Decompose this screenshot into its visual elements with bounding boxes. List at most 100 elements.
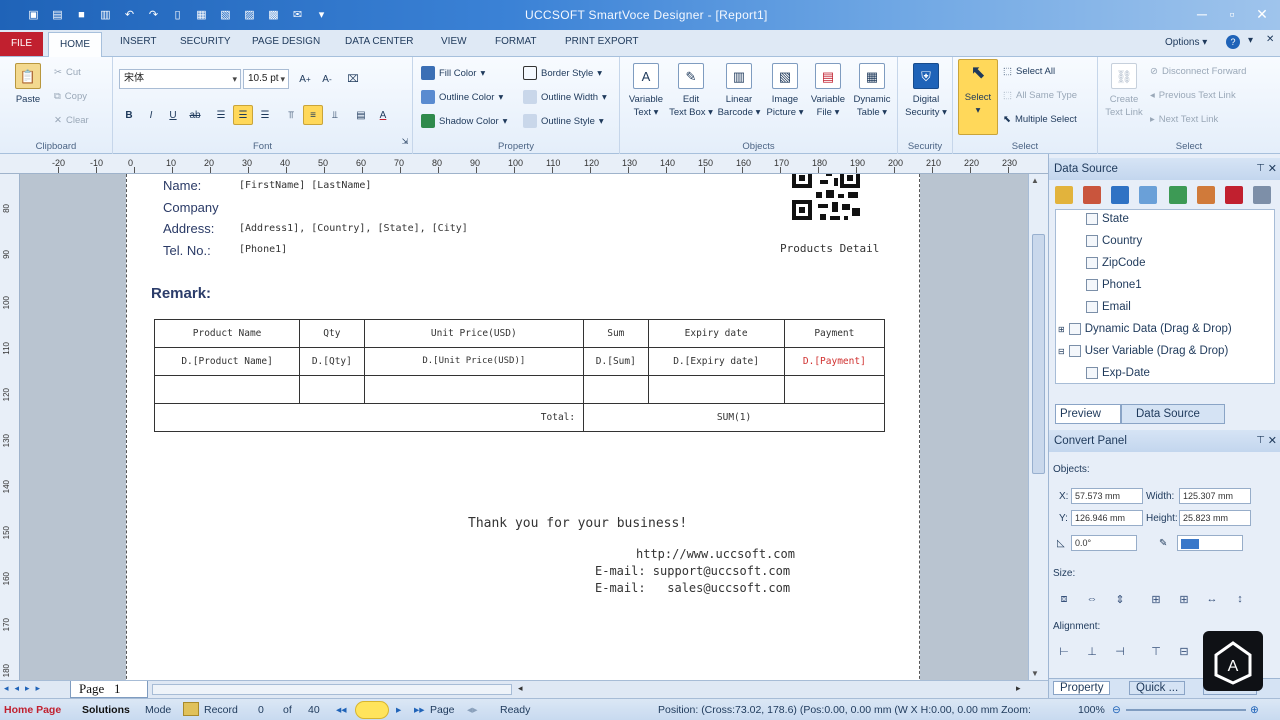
total-label[interactable]: Total: xyxy=(153,403,585,432)
minimize-icon[interactable]: ─ xyxy=(1188,4,1216,24)
app-icon[interactable]: ▣ xyxy=(26,7,41,22)
grow-font-icon[interactable]: A + xyxy=(295,69,315,89)
bold-icon[interactable]: B xyxy=(119,105,139,125)
italic-icon[interactable]: I xyxy=(141,105,161,125)
undo-icon[interactable]: ↶ xyxy=(122,7,137,22)
tree-item-dynamic-data[interactable]: ⊞ Dynamic Data (Drag & Drop) xyxy=(1058,323,1232,335)
tree-item-exp-date[interactable]: Exp-Date xyxy=(1086,367,1150,379)
zoom-out-icon[interactable]: ⊖ xyxy=(1112,704,1121,716)
mail-icon[interactable]: ✉ xyxy=(290,7,305,22)
digital-security-button[interactable]: ⛨ Digital Security ▾ xyxy=(902,63,950,119)
vertical-scrollbar[interactable]: ▲ ▼ xyxy=(1028,174,1048,680)
ds-filter-icon[interactable] xyxy=(1111,186,1129,204)
ds-refresh-icon[interactable] xyxy=(1139,186,1157,204)
pin-icon[interactable]: ⊤ xyxy=(1256,430,1265,452)
width-input[interactable]: 125.307 mm xyxy=(1179,488,1251,504)
outline-width-button[interactable]: Outline Width ▾ xyxy=(523,90,607,104)
header-unit-price[interactable]: Unit Price(USD) xyxy=(363,319,585,348)
expand-icon[interactable]: ⊞ xyxy=(1058,325,1065,334)
data-source-tree[interactable]: State Country ZipCode Phone1 Email ⊞ Dyna… xyxy=(1055,209,1275,384)
mode-icon[interactable] xyxy=(183,702,199,716)
empty-cell[interactable] xyxy=(299,375,365,404)
new-icon[interactable]: ▯ xyxy=(170,7,185,22)
font-size-select[interactable]: 10.5 pt xyxy=(243,69,289,89)
total-value[interactable]: SUM(1) xyxy=(583,403,885,432)
tab-insert[interactable]: INSERT xyxy=(120,36,157,47)
tree-item-state[interactable]: State xyxy=(1086,213,1129,225)
scroll-down-icon[interactable]: ▼ xyxy=(1031,669,1039,678)
outline-style-button[interactable]: Outline Style ▾ xyxy=(523,114,604,128)
name-field[interactable]: [FirstName] [LastName] xyxy=(239,180,371,191)
y-input[interactable]: 126.946 mm xyxy=(1071,510,1143,526)
tab-view[interactable]: VIEW xyxy=(441,36,467,47)
copy-doc-icon[interactable]: ▨ xyxy=(242,7,257,22)
align-top-edge-icon[interactable]: ⊤ xyxy=(1147,642,1165,660)
ribbon-minimize-icon[interactable]: ▾ xyxy=(1248,35,1253,46)
tab-property[interactable]: Property xyxy=(1053,681,1111,695)
font-family-select[interactable]: 宋体 xyxy=(119,69,241,89)
record-value[interactable]: 0 xyxy=(258,704,264,716)
design-canvas[interactable]: Name: [FirstName] [LastName] Company Add… xyxy=(20,174,1028,680)
shrink-font-icon[interactable]: A- xyxy=(317,69,337,89)
zoom-value[interactable]: 100% xyxy=(1078,704,1105,716)
page-nav-icon[interactable]: ◂▸ xyxy=(467,704,478,716)
panel-close-icon[interactable]: ✕ xyxy=(1268,158,1277,180)
cell-expiry-date[interactable]: D.[Expiry date] xyxy=(647,347,785,376)
x-input[interactable]: 57.573 mm xyxy=(1071,488,1143,504)
outline-color-button[interactable]: Outline Color ▾ xyxy=(421,90,503,104)
empty-cell[interactable] xyxy=(363,375,585,404)
ds-edit-icon[interactable] xyxy=(1083,186,1101,204)
close-icon[interactable]: ✕ xyxy=(1248,4,1276,24)
height-input[interactable]: 25.823 mm xyxy=(1179,510,1251,526)
underline-icon[interactable]: U xyxy=(163,105,183,125)
address-field[interactable]: [Address1], [Country], [State], [City] xyxy=(239,223,468,234)
align-middle-icon[interactable]: ≡ xyxy=(303,105,323,125)
tree-item-phone1[interactable]: Phone1 xyxy=(1086,279,1142,291)
tab-home[interactable]: HOME xyxy=(48,32,102,57)
header-expiry-date[interactable]: Expiry date xyxy=(647,319,785,348)
scroll-left-icon[interactable]: ◂ xyxy=(518,683,523,694)
tab-data-center[interactable]: DATA CENTER xyxy=(345,36,414,47)
ds-add-icon[interactable] xyxy=(1169,186,1187,204)
align-bottom-icon[interactable]: ⫫ xyxy=(325,105,345,125)
save-icon[interactable]: ■ xyxy=(74,7,89,22)
tree-item-user-variable[interactable]: ⊟ User Variable (Drag & Drop) xyxy=(1058,345,1228,357)
all-same-type-button[interactable]: ⬚ All Same Type xyxy=(1003,90,1077,101)
help-icon[interactable]: ? xyxy=(1226,35,1240,49)
header-product-name[interactable]: Product Name xyxy=(153,319,301,348)
image-picture-button[interactable]: ▧ Image Picture ▾ xyxy=(762,63,808,119)
empty-cell[interactable] xyxy=(153,375,301,404)
cell-payment[interactable]: D.[Payment] xyxy=(783,347,886,376)
ds-settings-icon[interactable] xyxy=(1253,186,1271,204)
border-style-button[interactable]: Border Style ▾ xyxy=(523,66,602,80)
align-right-icon[interactable]: ☰ xyxy=(255,105,275,125)
page-tab[interactable]: Page 1 xyxy=(70,681,148,698)
create-text-link-button[interactable]: ⛓ Create Text Link xyxy=(1102,63,1146,119)
grid-size2-icon[interactable]: ⊞ xyxy=(1175,590,1193,608)
edit-text-box-button[interactable]: ✎ Edit Text Box ▾ xyxy=(668,63,714,119)
products-table[interactable]: Product Name Qty Unit Price(USD) Sum Exp… xyxy=(153,319,886,432)
tree-item-zipcode[interactable]: ZipCode xyxy=(1086,257,1145,269)
multiple-select-button[interactable]: ⬉ Multiple Select xyxy=(1003,114,1077,125)
home-page-link[interactable]: Home Page xyxy=(4,704,61,716)
ds-open-icon[interactable] xyxy=(1055,186,1073,204)
last-record-icon[interactable]: ▸▸ xyxy=(414,704,425,716)
pin-icon[interactable]: ⊤ xyxy=(1256,158,1265,180)
header-sum[interactable]: Sum xyxy=(583,319,649,348)
tab-format[interactable]: FORMAT xyxy=(495,36,536,47)
solutions-link[interactable]: Solutions xyxy=(82,704,130,716)
doc2-icon[interactable]: ▧ xyxy=(218,7,233,22)
cell-sum[interactable]: D.[Sum] xyxy=(583,347,649,376)
same-width-icon[interactable]: ⇔ xyxy=(1083,590,1101,608)
angle-select[interactable]: 0.0° xyxy=(1071,535,1137,551)
same-height-icon[interactable]: ⇕ xyxy=(1111,590,1129,608)
align-top-icon[interactable]: ⫪ xyxy=(281,105,301,125)
cell-qty[interactable]: D.[Qty] xyxy=(299,347,365,376)
align-left-edge-icon[interactable]: ⊢ xyxy=(1055,642,1073,660)
tab-print-export[interactable]: PRINT EXPORT xyxy=(565,36,639,47)
tab-security[interactable]: SECURITY xyxy=(180,36,231,47)
zoom-in-icon[interactable]: ⊕ xyxy=(1250,704,1259,716)
paste-button[interactable]: 📋 Paste xyxy=(8,63,48,106)
ds-move-icon[interactable] xyxy=(1197,186,1215,204)
clear-button[interactable]: ✕ Clear xyxy=(54,115,89,126)
